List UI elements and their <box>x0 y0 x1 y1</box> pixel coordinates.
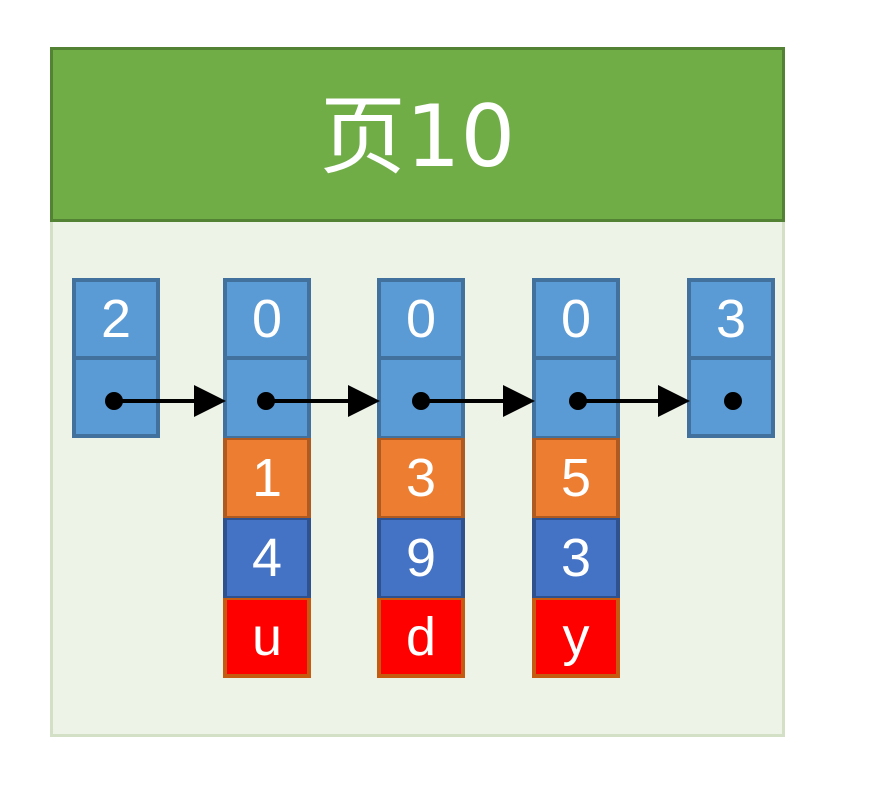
record-header-cell: 0 <box>223 278 311 358</box>
record-key-cell: 9 <box>377 518 465 598</box>
record-key-cell: 3 <box>532 518 620 598</box>
record-value-cell: y <box>532 598 620 678</box>
record-value-cell: u <box>223 598 311 678</box>
record-key-cell: 4 <box>223 518 311 598</box>
record-header-cell: 2 <box>72 278 160 358</box>
record-2: 0 3 9 d <box>377 278 465 678</box>
record-order-cell: 5 <box>532 438 620 518</box>
next-pointer-cell <box>687 358 775 438</box>
record-header-cell: 0 <box>532 278 620 358</box>
record-order-cell: 3 <box>377 438 465 518</box>
next-pointer-cell <box>223 358 311 438</box>
record-infimum: 2 <box>72 278 160 438</box>
record-supremum: 3 <box>687 278 775 438</box>
page-header: 页10 <box>50 47 785 222</box>
page-title: 页10 <box>319 86 516 187</box>
record-3: 0 5 3 y <box>532 278 620 678</box>
record-header-cell: 0 <box>377 278 465 358</box>
record-order-cell: 1 <box>223 438 311 518</box>
next-pointer-cell <box>72 358 160 438</box>
record-header-cell: 3 <box>687 278 775 358</box>
next-pointer-cell <box>532 358 620 438</box>
record-value-cell: d <box>377 598 465 678</box>
next-pointer-cell <box>377 358 465 438</box>
record-1: 0 1 4 u <box>223 278 311 678</box>
